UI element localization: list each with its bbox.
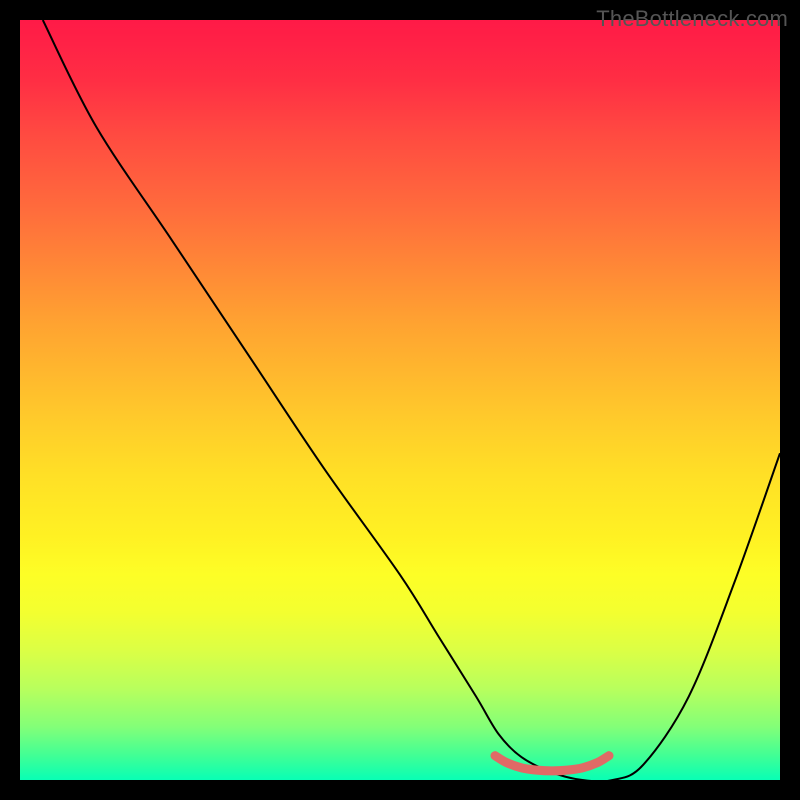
chart-container: TheBottleneck.com: [0, 0, 800, 800]
chart-svg: [20, 20, 780, 780]
plot-area: [20, 20, 780, 780]
curve-line: [43, 20, 780, 780]
marker-segment: [495, 756, 609, 771]
attribution-text: TheBottleneck.com: [596, 6, 788, 32]
